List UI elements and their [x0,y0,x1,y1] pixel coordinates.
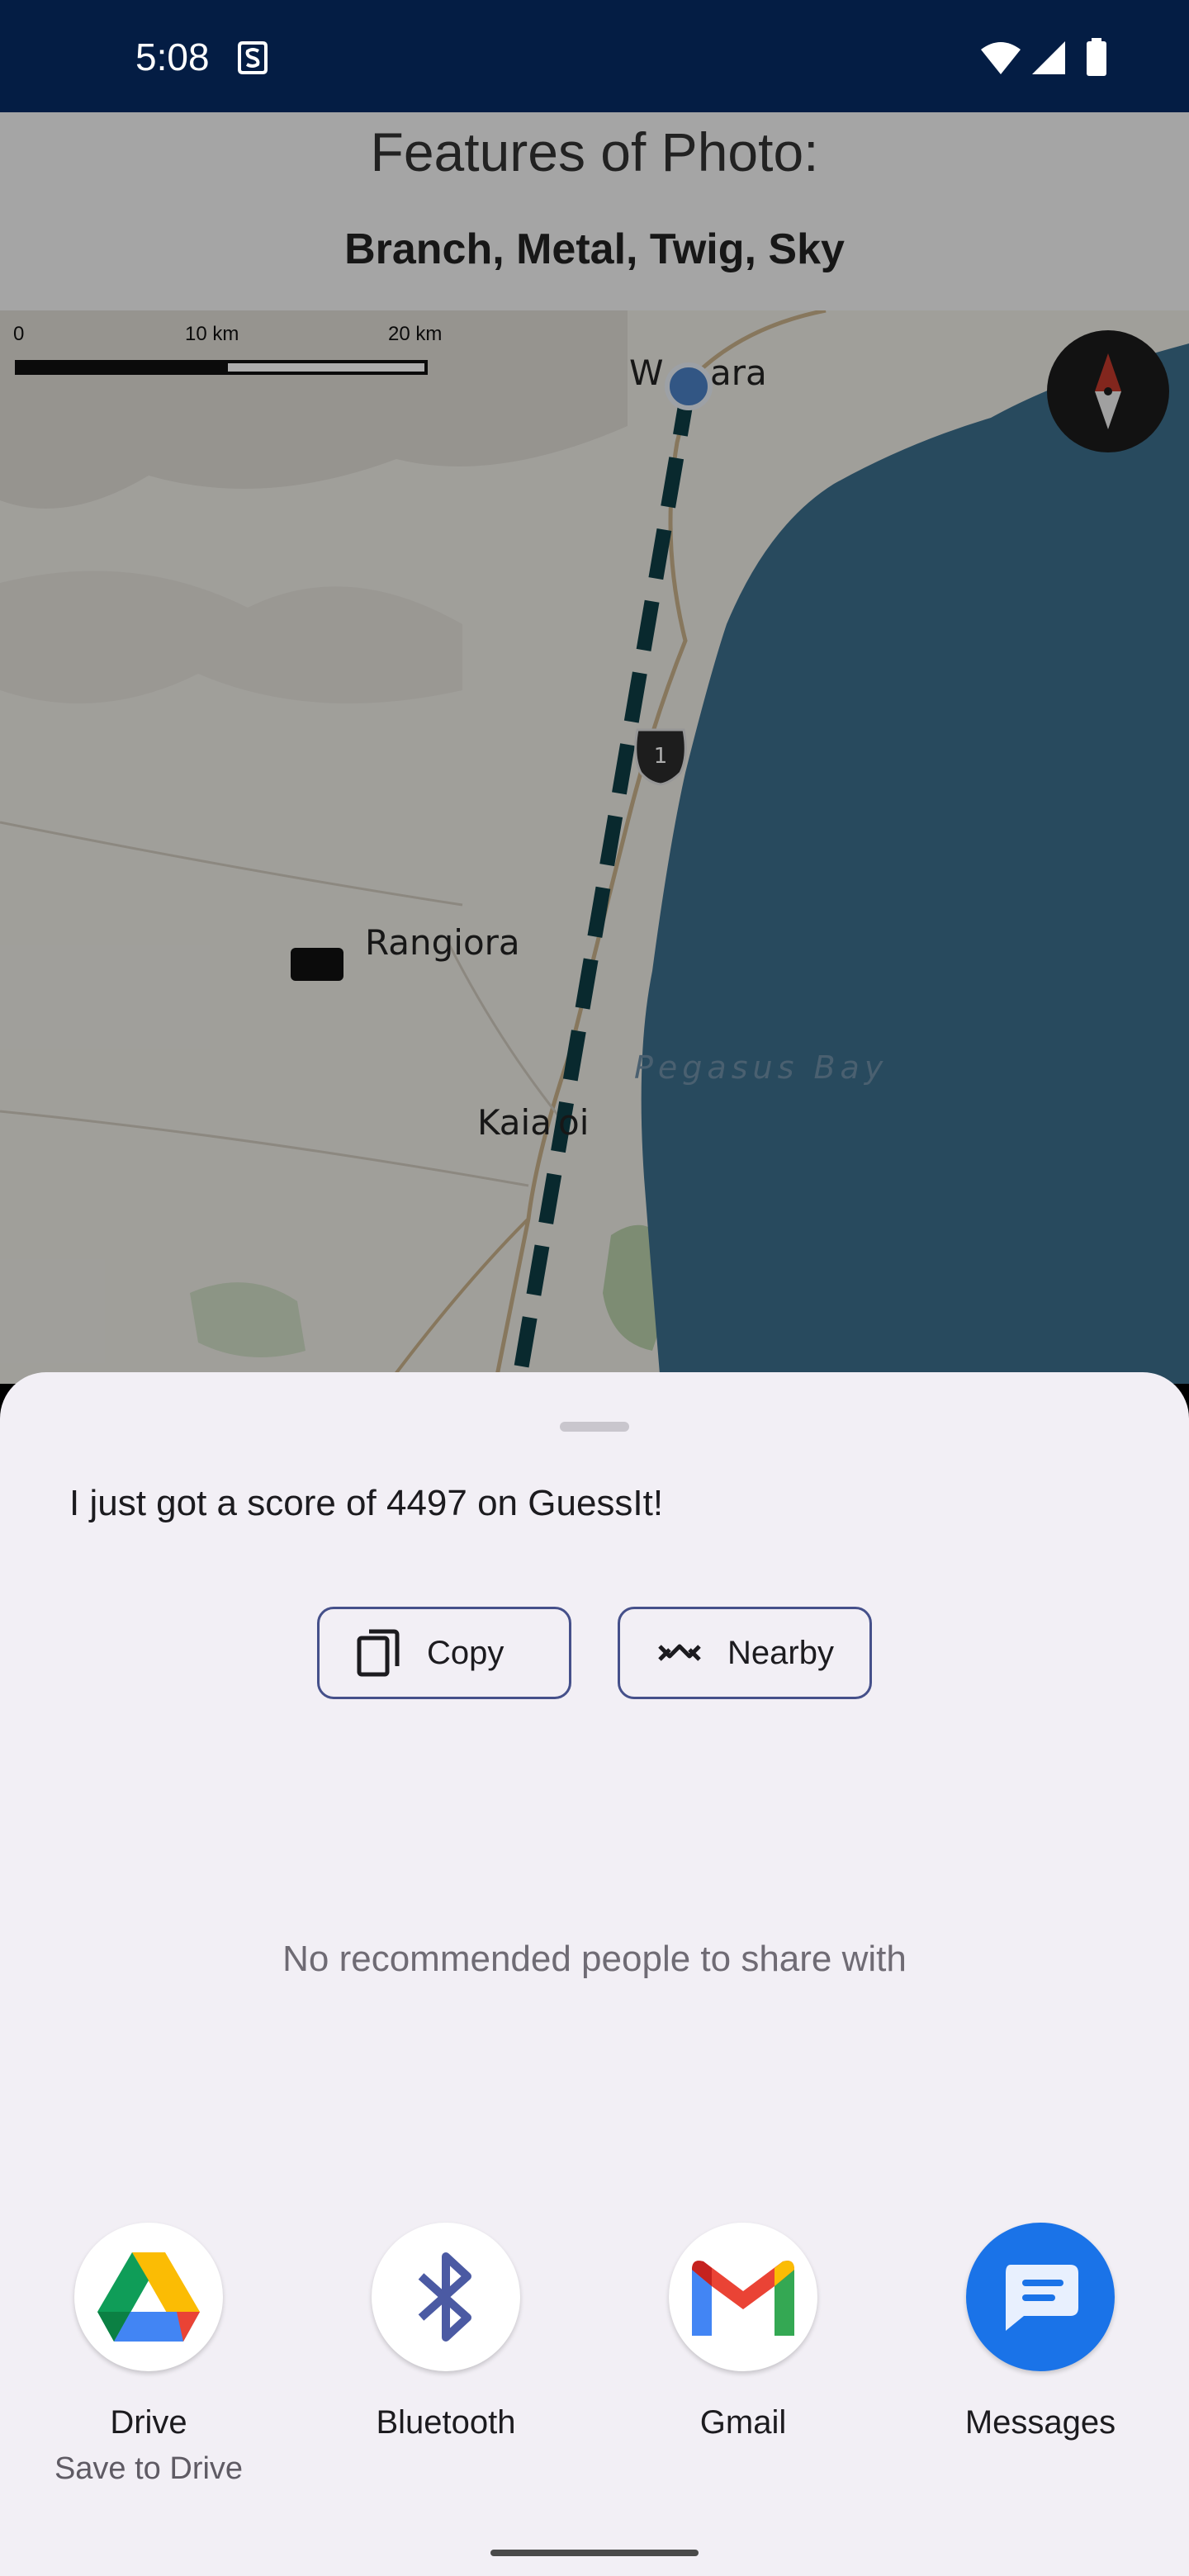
nearby-button[interactable]: Nearby [618,1607,872,1699]
sync-status-icon [238,41,268,74]
nearby-label: Nearby [727,1634,834,1671]
share-target-messages[interactable]: Messages [917,2223,1164,2441]
share-target-drive-sub: Save to Drive [54,2451,244,2486]
share-target-gmail[interactable]: Gmail [619,2223,867,2441]
copy-icon [357,1629,400,1677]
drag-handle[interactable] [560,1422,629,1432]
battery-icon [1087,38,1106,76]
messages-icon [966,2223,1115,2371]
wifi-icon [981,42,1021,74]
gmail-icon [669,2223,817,2371]
google-drive-icon [74,2223,223,2371]
share-target-drive[interactable]: Drive Save to Drive [25,2223,272,2487]
status-bar: 5:08 [0,0,1189,112]
status-time: 5:08 [135,36,210,78]
dim-scrim[interactable] [0,112,1189,1384]
share-target-bluetooth-name: Bluetooth [376,2404,516,2441]
copy-button[interactable]: Copy [317,1607,571,1699]
copy-label: Copy [427,1634,504,1671]
bluetooth-icon [372,2223,520,2371]
share-preview-text: I just got a score of 4497 on GuessIt! [69,1483,664,1523]
cell-signal-icon [1032,41,1065,74]
gesture-navigation-bar[interactable] [490,2550,699,2556]
share-target-gmail-name: Gmail [699,2404,787,2441]
share-sheet: I just got a score of 4497 on GuessIt! C… [0,1372,1189,2576]
nearby-share-icon [658,1644,701,1661]
no-recommendations-message: No recommended people to share with [282,1939,907,1979]
share-target-drive-name: Drive [110,2404,187,2441]
share-target-bluetooth[interactable]: Bluetooth [322,2223,570,2441]
share-target-messages-name: Messages [964,2404,1116,2441]
